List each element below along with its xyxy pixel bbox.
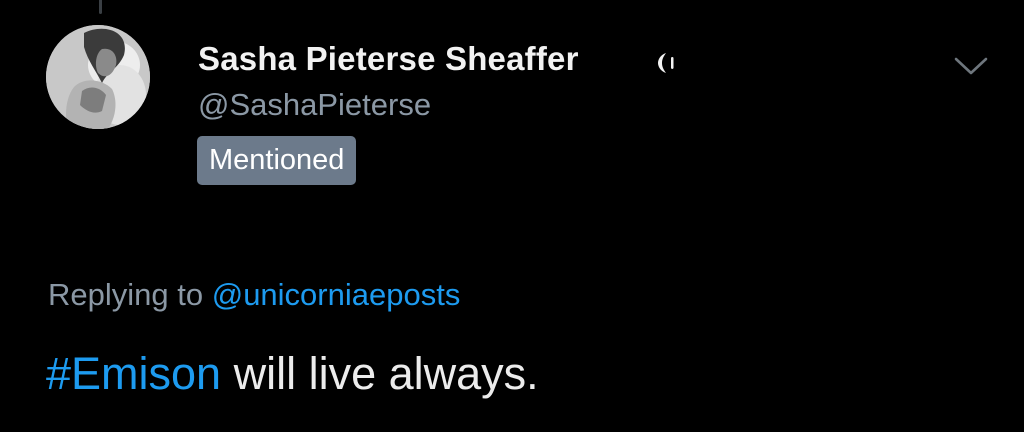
mentioned-badge-label: Mentioned (209, 144, 345, 176)
mentioned-badge: Mentioned (197, 136, 357, 185)
replying-to-line: Replying to @unicorniaeposts (48, 277, 460, 313)
avatar[interactable] (46, 25, 150, 129)
avatar-image (46, 25, 150, 129)
reply-mention-link[interactable]: @unicorniaeposts (212, 277, 461, 312)
author-display-name[interactable]: Sasha Pieterse Sheaffer (198, 40, 579, 78)
thread-connector-line (99, 0, 102, 14)
chevron-down-icon[interactable] (953, 55, 989, 77)
tweet-body-text: will live always. (221, 348, 539, 399)
replying-to-label: Replying to (48, 277, 204, 312)
tweet-body: #Emison will live always. (46, 348, 539, 400)
author-handle[interactable]: @SashaPieterse (198, 87, 431, 123)
verified-badge-icon (658, 53, 674, 73)
hashtag-link[interactable]: #Emison (46, 348, 221, 399)
